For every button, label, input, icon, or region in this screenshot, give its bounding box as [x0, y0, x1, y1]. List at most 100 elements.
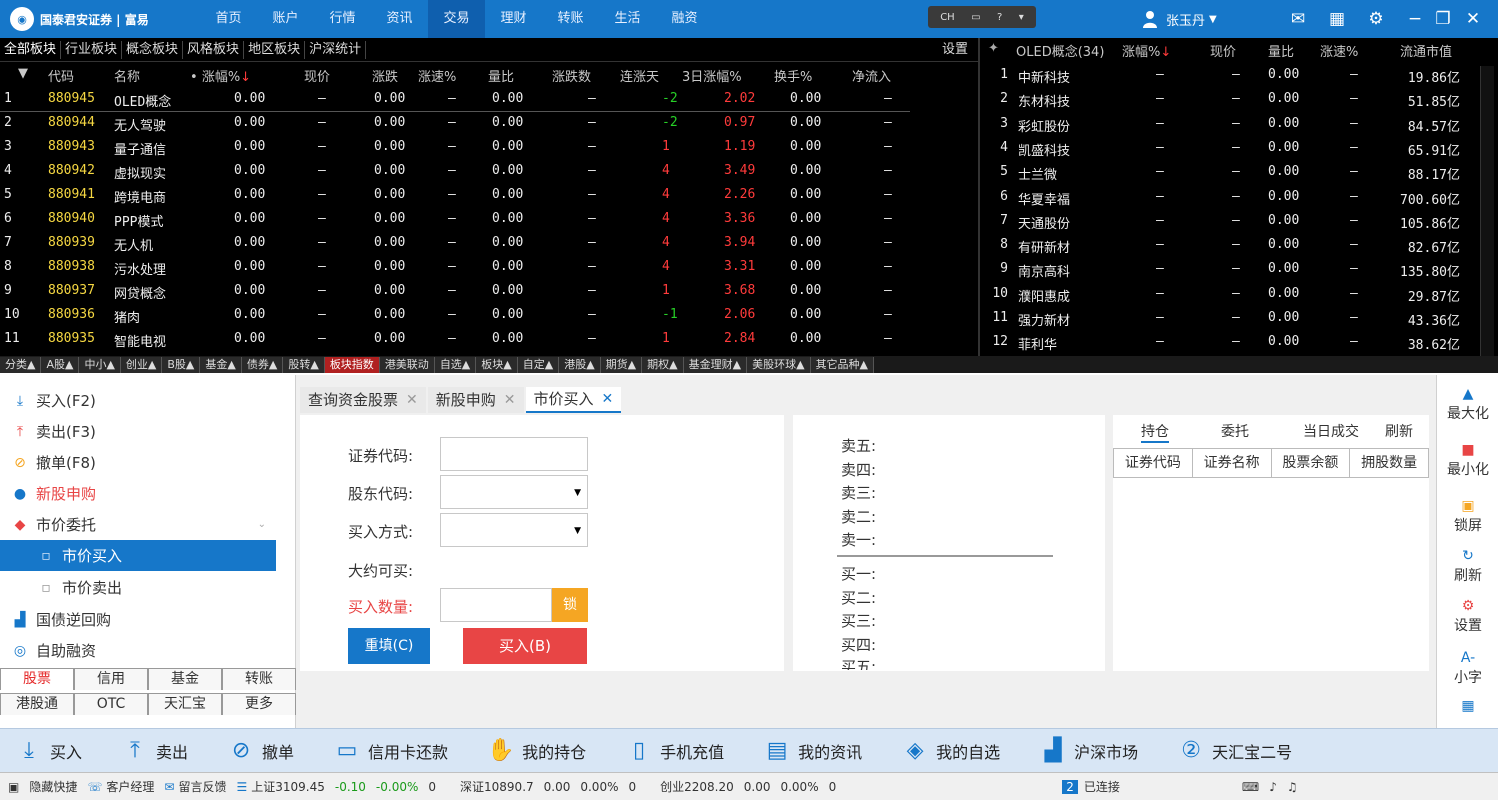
constituent-row[interactable]: 8有研新材——0.00—82.67亿 — [980, 234, 1470, 258]
sidebar-tab-tabs_row1-0[interactable]: 股票 — [0, 668, 74, 690]
quick-action-4[interactable]: ✋我的持仓 — [472, 729, 586, 773]
category-tab-3[interactable]: 创业▲ — [121, 357, 162, 373]
nav-item-0[interactable]: 首页 — [200, 0, 257, 38]
category-tab-1[interactable]: A股▲ — [41, 357, 79, 373]
quick-action-9[interactable]: ②天汇宝二号 — [1162, 729, 1292, 773]
rcol-cap[interactable]: 流通市值 — [1400, 41, 1452, 60]
quick-action-2[interactable]: ⊘撤单 — [212, 729, 294, 773]
close-icon[interactable]: ✕ — [504, 387, 516, 413]
col-turn[interactable]: 换手% — [774, 66, 812, 85]
sector-row[interactable]: 4880942虚拟现实0.00—0.00—0.00—43.490.00— — [0, 160, 910, 184]
constituent-row[interactable]: 9南京高科——0.00—135.80亿 — [980, 258, 1470, 282]
tab-market-buy[interactable]: 市价买入✕ — [526, 387, 622, 413]
category-tab-5[interactable]: 基金▲ — [200, 357, 241, 373]
constituent-row[interactable]: 4凯盛科技——0.00—65.91亿 — [980, 137, 1470, 161]
tab-trades[interactable]: 当日成交 — [1303, 421, 1359, 441]
hcol-code[interactable]: 证券代码 — [1114, 449, 1193, 477]
quick-action-0[interactable]: ⤓买入 — [0, 729, 82, 773]
constituent-row[interactable]: 10濮阳惠成——0.00—29.87亿 — [980, 283, 1470, 307]
feedback-link[interactable]: 留言反馈 — [178, 778, 226, 795]
sidebar-tab-tabs_row1-1[interactable]: 信用 — [74, 668, 148, 690]
sh-index[interactable]: 上证3109.45 — [251, 778, 325, 795]
hide-shortcut[interactable]: 隐藏快捷 — [29, 778, 77, 795]
col-flow[interactable]: 净流入 — [852, 66, 891, 85]
category-tab-2[interactable]: 中小▲ — [79, 357, 120, 373]
sidebar-tab-tabs_row2-2[interactable]: 天汇宝 — [148, 693, 222, 715]
grid-icon[interactable]: ▦ — [1326, 9, 1348, 29]
sidebar-item-cancel[interactable]: ⊘撤单(F8) — [0, 447, 276, 478]
tab-orders[interactable]: 委托 — [1221, 421, 1249, 441]
sector-tab-2[interactable]: 概念板块 — [122, 41, 183, 59]
col-3d[interactable]: 3日涨幅% — [682, 66, 742, 85]
sector-tab-5[interactable]: 沪深统计 — [305, 41, 366, 59]
constituent-row[interactable]: 12菲利华——0.00—38.62亿 — [980, 331, 1470, 355]
keyboard-icon[interactable]: ▭ — [971, 12, 980, 23]
sector-tab-3[interactable]: 风格板块 — [183, 41, 244, 59]
sector-row[interactable]: 1880945OLED概念0.00—0.00—0.00—-22.020.00— — [0, 88, 910, 112]
settings-link[interactable]: 设置 — [938, 41, 972, 59]
help-icon[interactable]: ? — [997, 12, 1002, 23]
small-font-tool[interactable]: A-小字 — [1437, 649, 1498, 687]
sector-tab-0[interactable]: 全部板块 — [0, 41, 61, 59]
settings-tool[interactable]: ⚙设置 — [1437, 597, 1498, 635]
more-tools[interactable]: ▦ — [1437, 697, 1498, 715]
category-tab-4[interactable]: B股▲ — [162, 357, 200, 373]
nav-item-2[interactable]: 行情 — [314, 0, 371, 38]
sidebar-item-financing[interactable]: ◎自助融资 — [0, 635, 276, 666]
quick-action-6[interactable]: ▤我的资讯 — [748, 729, 862, 773]
category-tab-14[interactable]: 期货▲ — [601, 357, 642, 373]
sidebar-tab-tabs_row1-3[interactable]: 转账 — [222, 668, 296, 690]
constituent-row[interactable]: 2东材科技——0.00—51.85亿 — [980, 88, 1470, 112]
category-tab-6[interactable]: 债券▲ — [242, 357, 283, 373]
hcol-balance[interactable]: 股票余额 — [1272, 449, 1351, 477]
category-tab-18[interactable]: 其它品种▲ — [811, 357, 874, 373]
minimize-tool[interactable]: ■最小化 — [1437, 441, 1498, 479]
rcol-speed[interactable]: 涨速% — [1320, 41, 1358, 60]
quick-action-8[interactable]: ▟沪深市场 — [1024, 729, 1138, 773]
sector-row[interactable]: 2880944无人驾驶0.00—0.00—0.00—-20.970.00— — [0, 112, 910, 136]
category-tab-12[interactable]: 自定▲ — [518, 357, 559, 373]
sidebar-tab-tabs_row2-0[interactable]: 港股通 — [0, 693, 74, 715]
sidebar-tab-tabs_row2-3[interactable]: 更多 — [222, 693, 296, 715]
sidebar-item-market-buy[interactable]: ▫市价买入 — [0, 540, 276, 571]
quick-action-3[interactable]: ▭信用卡还款 — [318, 729, 448, 773]
quick-action-7[interactable]: ◈我的自选 — [886, 729, 1000, 773]
tab-query-funds[interactable]: 查询资金股票✕ — [300, 387, 426, 413]
sidebar-item-repo[interactable]: ▟国债逆回购 — [0, 604, 276, 635]
security-code-input[interactable] — [440, 437, 588, 471]
sector-row[interactable]: 3880943量子通信0.00—0.00—0.00—11.190.00— — [0, 136, 910, 160]
category-tab-9[interactable]: 港美联动 — [380, 357, 435, 373]
sidebar-item-ipo[interactable]: ●新股申购 — [0, 478, 276, 509]
sort-icon[interactable]: ▼ — [18, 66, 28, 81]
restore-icon[interactable]: ❐ — [1432, 9, 1454, 29]
user-menu[interactable]: 张玉丹 ▼ — [1142, 0, 1217, 38]
sector-row[interactable]: 11880935智能电视0.00—0.00—0.00—12.840.00— — [0, 328, 910, 352]
ime-menu-icon[interactable]: ▾ — [1019, 12, 1024, 23]
category-tab-15[interactable]: 期权▲ — [642, 357, 683, 373]
sidebar-item-market-sell[interactable]: ▫市价卖出 — [0, 572, 276, 603]
category-tab-11[interactable]: 板块▲ — [476, 357, 517, 373]
mail-icon[interactable]: ✉ — [1287, 9, 1309, 29]
sector-row[interactable]: 10880936猪肉0.00—0.00—0.00—-12.060.00— — [0, 304, 910, 328]
category-tab-16[interactable]: 基金理财▲ — [684, 357, 747, 373]
refresh-link[interactable]: 刷新 — [1385, 421, 1413, 441]
sector-row[interactable]: 9880937网贷概念0.00—0.00—0.00—13.680.00— — [0, 280, 910, 304]
col-price[interactable]: 现价 — [304, 66, 330, 85]
rcol-price[interactable]: 现价 — [1210, 41, 1236, 60]
constituent-row[interactable]: 6华夏幸福——0.00—700.60亿 — [980, 186, 1470, 210]
category-tab-17[interactable]: 美股环球▲ — [747, 357, 810, 373]
tab-holdings[interactable]: 持仓 — [1141, 421, 1169, 443]
keyboard-icon[interactable]: ⌨ — [1242, 780, 1259, 794]
ime-bar[interactable]: CH ▭ ? ▾ — [928, 6, 1036, 28]
quick-action-1[interactable]: ⤒卖出 — [106, 729, 188, 773]
sidebar-tab-tabs_row1-2[interactable]: 基金 — [148, 668, 222, 690]
category-tab-0[interactable]: 分类▲ — [0, 357, 41, 373]
col-chg[interactable]: • 涨幅%↓ — [190, 66, 251, 85]
pin-icon[interactable]: ✦ — [988, 41, 999, 56]
constituent-row[interactable]: 5士兰微——0.00—88.17亿 — [980, 161, 1470, 185]
col-diff[interactable]: 涨跌 — [372, 66, 398, 85]
sector-tab-1[interactable]: 行业板块 — [61, 41, 122, 59]
category-tab-10[interactable]: 自选▲ — [435, 357, 476, 373]
sidebar-item-buy[interactable]: ⤓买入(F2) — [0, 385, 276, 416]
nav-item-8[interactable]: 融资 — [656, 0, 713, 38]
